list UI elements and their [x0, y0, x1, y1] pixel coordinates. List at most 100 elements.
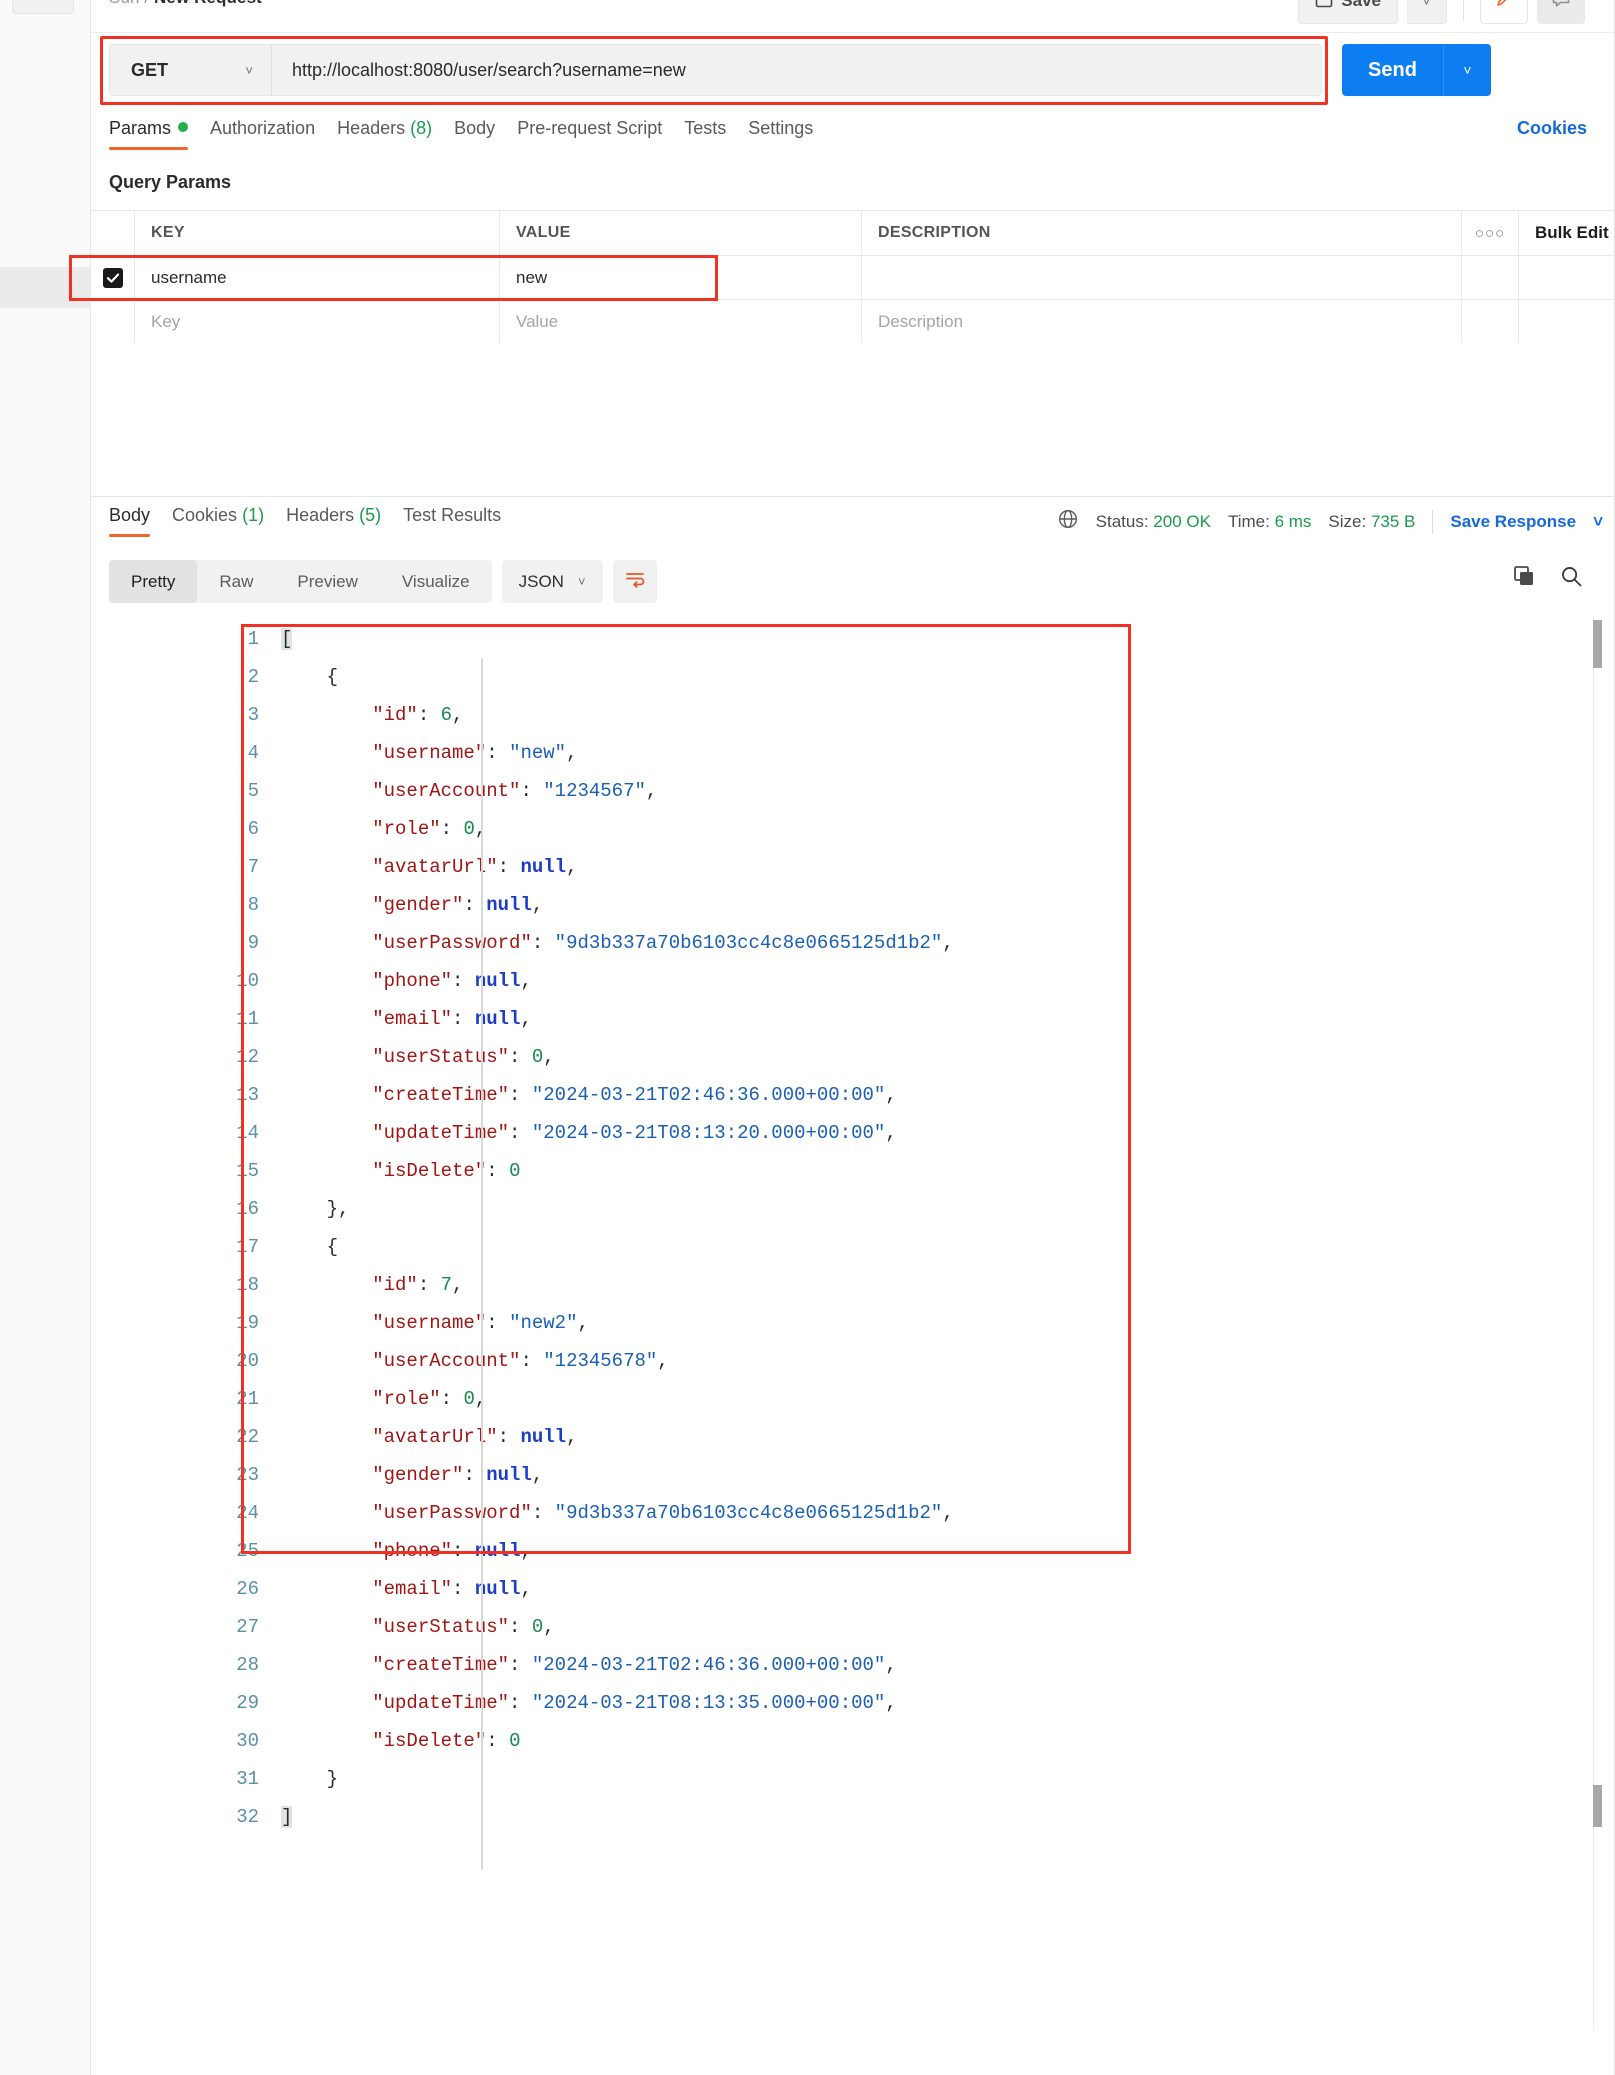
http-method-select[interactable]: GET ˅ [110, 45, 272, 95]
breadcrumb[interactable]: Sun / New Request [109, 0, 262, 8]
token-p: : [486, 1730, 510, 1752]
breadcrumb-collection[interactable]: Sun [109, 0, 140, 7]
response-tab-headers[interactable]: Headers (5) [286, 497, 403, 549]
params-empty-space [91, 343, 1615, 497]
row-checkbox[interactable] [102, 267, 123, 288]
save-response-caret-icon[interactable]: ˅ [1593, 512, 1603, 532]
empty-row-value-input[interactable]: Value [516, 312, 558, 332]
token-k: "id" [372, 1274, 418, 1296]
token-k: "updateTime" [372, 1122, 510, 1144]
token-p: , [885, 1084, 897, 1106]
response-tab-cookies-count: (1) [242, 505, 265, 525]
view-mode-pretty[interactable]: Pretty [109, 560, 198, 603]
url-input[interactable]: http://localhost:8080/user/search?userna… [272, 60, 1321, 81]
response-tab-cookies[interactable]: Cookies (1) [172, 497, 286, 549]
cookies-link[interactable]: Cookies [1517, 118, 1587, 139]
token-p: : [417, 1274, 441, 1296]
token-k: "username" [372, 1312, 487, 1334]
token-s: "2024-03-21T08:13:35.000+00:00" [531, 1692, 886, 1714]
search-icon[interactable] [1560, 565, 1583, 593]
view-mode-preview[interactable]: Preview [275, 560, 379, 603]
view-mode-visualize[interactable]: Visualize [380, 560, 492, 603]
tab-headers-count: (8) [410, 118, 433, 138]
tab-body-label: Body [454, 118, 496, 138]
response-scrollbar-thumb-top[interactable] [1593, 620, 1602, 668]
save-response-button[interactable]: Save Response [1450, 512, 1576, 532]
breadcrumb-request[interactable]: New Request [154, 0, 262, 7]
send-group: Send ˅ [1342, 44, 1491, 96]
table-row-empty[interactable]: Key Value Description [91, 300, 1615, 344]
header-cell-value: VALUE [516, 224, 571, 241]
tab-params[interactable]: Params [109, 110, 210, 162]
wrap-lines-button[interactable] [612, 560, 657, 603]
tab-pre-request-script[interactable]: Pre-request Script [517, 110, 684, 162]
bulk-edit-button[interactable]: Bulk Edit [1535, 223, 1609, 243]
token-k: "username" [372, 742, 487, 764]
code-lines[interactable]: [ { "id": 6, "username": "new", "userAcc… [281, 620, 1615, 1930]
response-tab-test-results[interactable]: Test Results [403, 497, 523, 549]
wrap-lines-icon [624, 569, 646, 594]
meta-divider [1432, 509, 1434, 534]
token-p: : [452, 1540, 475, 1562]
code-fold-guide [481, 658, 483, 1870]
token-p: : [440, 1388, 464, 1410]
line-number: 8 [247, 894, 259, 916]
comment-button[interactable] [1537, 0, 1585, 24]
line-number: 20 [236, 1350, 259, 1372]
token-s: "2024-03-21T08:13:20.000+00:00" [531, 1122, 886, 1144]
tab-tests[interactable]: Tests [684, 110, 748, 162]
size-label: Size: [1328, 511, 1367, 531]
line-number: 15 [236, 1160, 259, 1182]
globe-icon [1057, 508, 1079, 535]
token-p: : [509, 1084, 532, 1106]
empty-row-checkbox-cell[interactable] [91, 300, 135, 343]
tab-headers[interactable]: Headers (8) [337, 110, 454, 162]
line-number: 24 [236, 1502, 259, 1524]
copy-icon[interactable] [1513, 565, 1536, 593]
send-button[interactable]: Send [1342, 44, 1443, 96]
token-s: "new2" [509, 1312, 578, 1334]
tab-authorization[interactable]: Authorization [210, 110, 337, 162]
format-select[interactable]: JSON ˅ [501, 560, 603, 603]
token-k: "email" [372, 1008, 453, 1030]
line-number: 29 [236, 1692, 259, 1714]
token-p: , [543, 1616, 555, 1638]
response-scrollbar-thumb-bottom[interactable] [1593, 1785, 1602, 1827]
time-value: 6 ms [1274, 511, 1312, 531]
save-dropdown-button[interactable]: ˅ [1407, 0, 1447, 24]
time-group: Time: 6 ms [1228, 512, 1311, 532]
row-options-cell [1462, 256, 1519, 299]
response-tab-test-results-label: Test Results [403, 505, 502, 525]
token-p: : [417, 704, 441, 726]
line-number: 5 [247, 780, 259, 802]
response-body-viewer[interactable]: 1 2 3 4 5 6 7 8 9 10 11 12 13 14 15 16 17 18 19 20 21 22 23 24 2… [91, 620, 1615, 1930]
token-nl: null [520, 1426, 567, 1448]
token-p: : [509, 1046, 532, 1068]
status-label: Status: [1095, 511, 1149, 531]
row-value-input[interactable]: new [516, 268, 547, 288]
response-tab-body[interactable]: Body [109, 497, 172, 549]
row-checkbox-cell[interactable] [91, 256, 135, 299]
view-mode-raw[interactable]: Raw [197, 560, 275, 603]
line-number: 26 [236, 1578, 259, 1600]
token-s: "12345678" [543, 1350, 658, 1372]
token-n: 0 [531, 1046, 544, 1068]
table-row[interactable]: username new [91, 256, 1615, 300]
token-p: , [531, 1464, 544, 1486]
empty-row-key-input[interactable]: Key [151, 312, 180, 332]
tab-body[interactable]: Body [454, 110, 517, 162]
edit-pencil-button[interactable] [1480, 0, 1528, 24]
chevron-down-icon: ˅ [577, 574, 586, 589]
save-button[interactable]: Save [1298, 0, 1398, 24]
token-p: , [452, 704, 464, 726]
code-line[interactable]: [ [281, 620, 1615, 658]
row-key-input[interactable]: username [151, 268, 227, 288]
token-k: "userPassword" [372, 1502, 532, 1524]
send-dropdown-button[interactable]: ˅ [1443, 44, 1491, 96]
table-options-icon[interactable]: ○○○ [1475, 225, 1505, 242]
response-tab-headers-label: Headers [286, 505, 355, 525]
line-number: 23 [236, 1464, 259, 1486]
url-bar-row: GET ˅ http://localhost:8080/user/search?… [91, 32, 1615, 106]
tab-settings[interactable]: Settings [748, 110, 835, 162]
empty-row-description-input[interactable]: Description [878, 312, 963, 332]
